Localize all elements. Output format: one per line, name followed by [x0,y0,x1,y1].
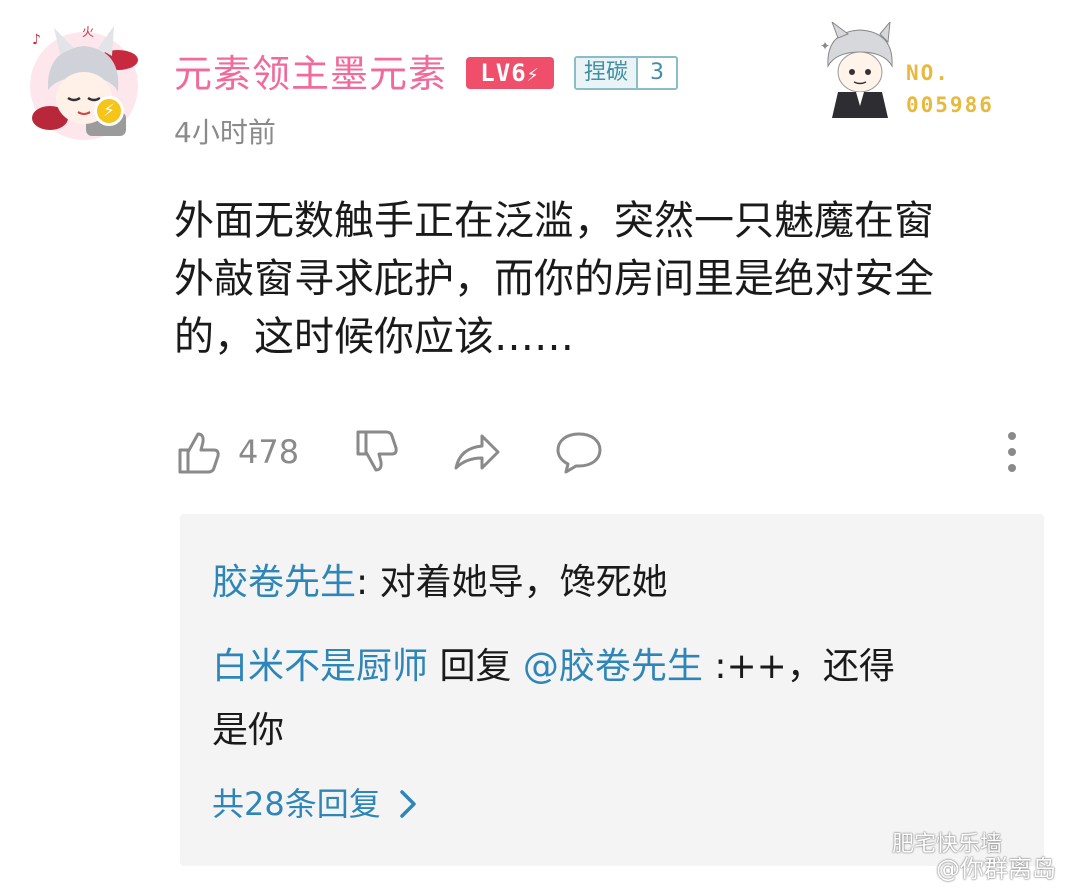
vip-lightning-icon: ⚡ [94,96,124,126]
reply-verb: 回复 [428,646,523,687]
more-button[interactable] [1002,428,1022,476]
content-line: 的，这时候你应该…… [174,314,574,360]
thumbs-down-icon [356,430,398,472]
chevron-right-icon [399,790,416,818]
reply-separator: : [702,646,727,687]
reply-separator: : [356,562,380,603]
level-badge: LV6⚡ [466,57,554,89]
fan-medal[interactable]: 捏碳 3 [574,56,679,90]
level-badge-text: LV6 [480,59,527,87]
thumbs-up-icon [178,432,220,474]
svg-text:✦: ✦ [820,39,830,53]
reply-text: 对着她导，馋死她 [379,562,668,603]
lightning-icon: ⚡ [526,62,540,86]
post-time: 4小时前 [174,116,276,149]
comment-button[interactable] [554,428,604,476]
like-count: 478 [238,433,300,471]
reply-author[interactable]: 胶卷先生 [212,562,356,603]
view-all-replies-link[interactable]: 共28条回复 [212,782,417,826]
more-vertical-icon [1008,432,1016,472]
reply-item[interactable]: 白米不是厨师 回复 @胶卷先生 :++，还得 [212,642,895,692]
fan-card-label: NO. [906,61,950,85]
content-line: 外敲窗寻求庇护，而你的房间里是绝对安全 [174,256,934,302]
medal-level: 3 [650,60,665,85]
medal-name: 捏碳 [576,58,639,88]
view-all-replies-label: 共28条回复 [212,785,381,823]
reply-target[interactable]: @胶卷先生 [523,646,703,687]
user-avatar[interactable]: ♪ 火 [26,20,144,148]
svg-text:♪: ♪ [32,32,41,48]
content-line: 外面无数触手正在泛滥，突然一只魅魔在窗 [174,198,934,244]
reply-text-continued: 是你 [212,710,285,751]
like-button[interactable] [174,428,222,476]
svg-text:火: 火 [82,25,94,39]
share-button[interactable] [452,428,502,476]
watermark-line2: @你群离岛 [936,855,1056,883]
dislike-button[interactable] [352,428,400,476]
share-icon [454,434,500,470]
comment-icon [556,432,602,474]
reply-author[interactable]: 白米不是厨师 [212,646,428,687]
fan-card-number: 005986 [906,93,994,117]
post-content: 外面无数触手正在泛滥，突然一只魅魔在窗 外敲窗寻求庇护，而你的房间里是绝对安全 … [174,192,1044,366]
fan-card-avatar[interactable]: ✦ [818,20,902,120]
reply-text: ++，还得 [726,646,895,687]
username[interactable]: 元素领主墨元素 [174,50,447,98]
reply-item[interactable]: 胶卷先生: 对着她导，馋死她 [212,558,668,608]
